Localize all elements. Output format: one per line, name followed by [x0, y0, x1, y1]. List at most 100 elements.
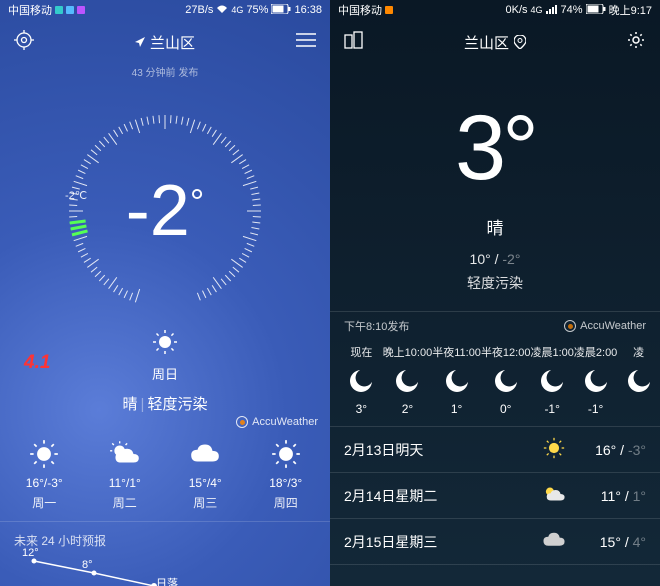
- daily-item[interactable]: 2月15日星期三15° / 4°: [330, 519, 660, 565]
- hourly-item[interactable]: 晚上10:002°: [383, 344, 433, 426]
- hourly-item[interactable]: 凌晨1:00 -1°: [530, 344, 573, 426]
- daily-day: 周二: [85, 494, 166, 511]
- location-name: 兰山区: [464, 32, 509, 53]
- moon-icon: [383, 363, 433, 399]
- daily-lo: 1°: [129, 476, 140, 490]
- hourly-label: 半夜11:00: [432, 344, 481, 360]
- location-pin-icon: [514, 35, 526, 49]
- hourly-item[interactable]: 半夜11:00 1°: [432, 344, 481, 426]
- status-bar: 中国移动 27B/s 4G 75% 16:38: [0, 0, 330, 20]
- carrier-label: 中国移动: [8, 2, 52, 18]
- buildings-icon[interactable]: [344, 31, 364, 54]
- daily-hi: 18°: [269, 476, 287, 490]
- dial-marker-label: -2℃: [65, 189, 87, 202]
- daily-forecast[interactable]: 2月13日明天16° / -3°2月14日星期二11° / 1° 2月15日星期三…: [330, 427, 660, 565]
- hourly-temp: 0°: [481, 402, 531, 416]
- hourly-label: 半夜12:00: [481, 344, 531, 360]
- hourly-chart[interactable]: 12° 8° 日落: [0, 551, 330, 586]
- header: 兰山区: [0, 20, 330, 64]
- daily-item[interactable]: 2月14日星期二11° / 1°: [330, 473, 660, 519]
- weather-icon: [246, 434, 327, 474]
- signal-type: 4G: [531, 5, 543, 15]
- daily-item[interactable]: 15°/4°周三: [165, 434, 246, 511]
- version-tag: 4.1: [24, 352, 50, 374]
- temp-dial: -2℃ -2 °: [45, 91, 285, 331]
- daily-item[interactable]: 2月13日明天16° / -3°: [330, 427, 660, 473]
- location-picker[interactable]: 兰山区: [135, 32, 195, 53]
- hourly-temp: -1°: [574, 402, 617, 416]
- wifi-icon: [216, 4, 228, 17]
- battery-icon: [271, 4, 291, 17]
- location-picker[interactable]: 兰山区: [464, 32, 526, 53]
- net-speed: 27B/s: [185, 4, 213, 16]
- hourly-label: 凌: [617, 344, 660, 360]
- daily-item[interactable]: 18°/3°周四: [246, 434, 327, 511]
- daily-date: 2月15日星期三: [344, 532, 536, 552]
- daily-lo: 1°: [633, 488, 646, 504]
- range-lo: -2°: [502, 251, 520, 267]
- weather-icon: [85, 434, 166, 474]
- update-time: 43 分钟前 发布: [0, 64, 330, 79]
- accuweather-credit: AccuWeather: [0, 414, 330, 434]
- temp-degree: °: [190, 181, 204, 223]
- daily-item[interactable]: 16°/-3°周一: [4, 434, 85, 511]
- hourly-sunset: 日落: [156, 575, 178, 586]
- battery-icon: [586, 4, 606, 17]
- sun-icon: [152, 329, 178, 355]
- accuweather-credit: AccuWeather: [580, 320, 646, 332]
- current-temp: 3°: [330, 102, 660, 194]
- hourly-item[interactable]: 凌: [617, 344, 660, 426]
- daily-day: 周四: [246, 494, 327, 511]
- phone-left: 中国移动 27B/s 4G 75% 16:38 兰山区: [0, 0, 330, 586]
- accuweather-icon: [236, 416, 248, 428]
- daily-lo: 4°: [633, 534, 646, 550]
- daily-lo: 4°: [210, 476, 221, 490]
- weather-icon: [536, 437, 572, 462]
- today-condition: 晴: [123, 396, 138, 413]
- hourly-temp: 1°: [432, 402, 481, 416]
- range-hi: 10°: [470, 251, 491, 267]
- signal-bars-icon: [546, 4, 558, 17]
- location-name: 兰山区: [150, 32, 195, 53]
- weather-icon: [4, 434, 85, 474]
- settings-gear-icon[interactable]: [14, 30, 34, 55]
- moon-icon: [574, 363, 617, 399]
- hourly-label: 晚上10:00: [383, 344, 433, 360]
- weather-icon: [165, 434, 246, 474]
- hourly-label: 现在: [340, 344, 383, 360]
- current-temp: -2: [126, 175, 190, 247]
- moon-icon: [530, 363, 573, 399]
- hourly-label: 凌晨1:00: [530, 344, 573, 360]
- hourly-item[interactable]: 凌晨2:00-1°: [574, 344, 617, 426]
- daily-hi: 15°: [189, 476, 207, 490]
- phone-right: 中国移动 0K/s 4G 74% 晚上9:17 兰山区 3° 晴 10° / -…: [330, 0, 660, 586]
- moon-icon: [340, 363, 383, 399]
- daily-item[interactable]: 11°/1°周二: [85, 434, 166, 511]
- daily-hi: 11°: [109, 476, 126, 490]
- sim-icon: [55, 6, 63, 14]
- hourly-temp: -1°: [530, 402, 573, 416]
- moon-icon: [617, 363, 660, 399]
- status-bar: 中国移动 0K/s 4G 74% 晚上9:17: [330, 0, 660, 20]
- daily-hi: 16°: [26, 476, 44, 490]
- sim-icon: [66, 6, 74, 14]
- daily-day: 周一: [4, 494, 85, 511]
- daily-lo: 3°: [291, 476, 302, 490]
- settings-gear-icon[interactable]: [626, 30, 646, 55]
- hourly-forecast[interactable]: 现在3°晚上10:002°半夜11:00 1° 半夜12:00 0° 凌晨1:00 -1°…: [330, 340, 660, 427]
- carrier-label: 中国移动: [338, 2, 382, 18]
- clock: 16:38: [294, 4, 322, 16]
- hourly-item[interactable]: 现在3°: [340, 344, 383, 426]
- battery-pct: 74%: [561, 4, 583, 16]
- aqi-text: 轻度污染: [330, 273, 660, 293]
- hourly-item[interactable]: 半夜12:00 0°: [481, 344, 531, 426]
- daily-lo: -3°: [47, 476, 62, 490]
- daily-hi: 15°: [600, 534, 621, 550]
- net-speed: 0K/s: [506, 4, 528, 16]
- moon-icon: [481, 363, 531, 399]
- current-condition: 晴: [330, 214, 660, 239]
- daily-forecast[interactable]: 16°/-3°周一11°/1°周二15°/4°周三18°/3°周四: [0, 434, 330, 511]
- clock: 晚上9:17: [609, 2, 652, 18]
- daily-date: 2月13日明天: [344, 440, 536, 460]
- menu-icon[interactable]: [296, 33, 316, 52]
